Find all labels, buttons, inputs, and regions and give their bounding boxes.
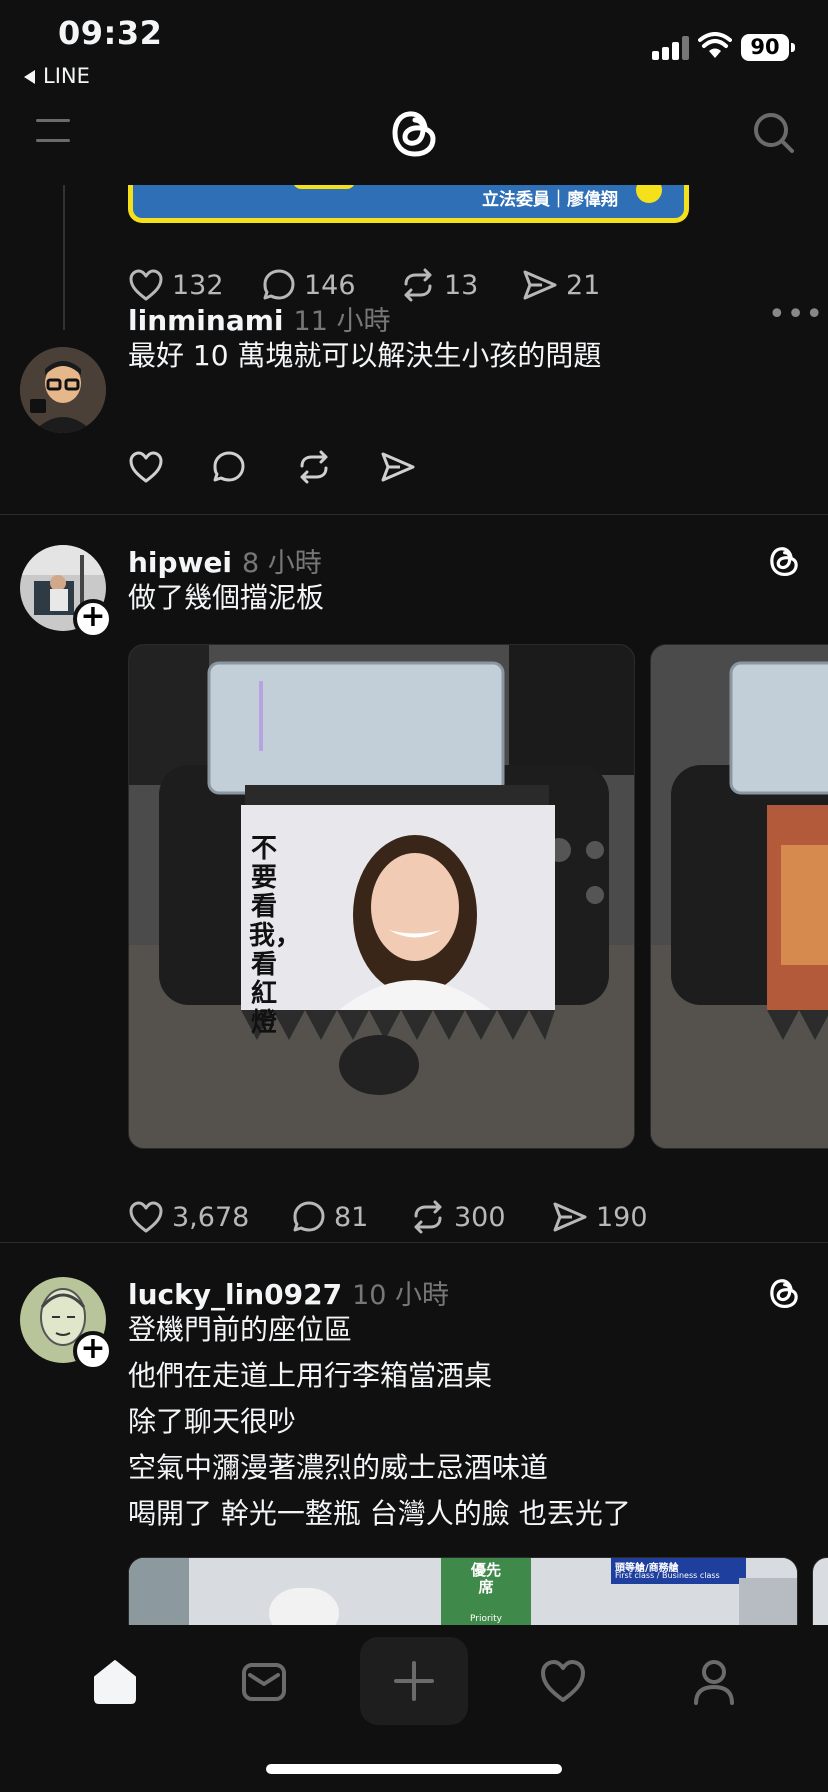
repost-button[interactable]: 300 <box>410 1197 506 1237</box>
battery-level: 90 <box>741 34 789 61</box>
search-icon[interactable] <box>752 111 796 155</box>
status-bar: 09:32 LINE 90 <box>0 0 828 95</box>
post-line: 他們在走道上用行李箱當酒桌 <box>128 1359 493 1392</box>
repost-icon <box>300 450 328 484</box>
comment-icon <box>263 269 295 300</box>
heart-icon <box>129 451 163 483</box>
post-line: 登機門前的座位區 <box>128 1313 353 1346</box>
status-time: 09:32 <box>58 14 163 52</box>
like-button[interactable]: 3,678 <box>128 1197 249 1237</box>
activity-heart-icon[interactable] <box>539 1657 587 1705</box>
comment-icon <box>293 1201 325 1232</box>
post-image-3[interactable]: 優先席 Priority 頭等艙/商務艙 First class / Busin… <box>128 1557 798 1625</box>
top-nav <box>0 95 828 185</box>
comment-button[interactable]: 81 <box>292 1197 368 1237</box>
previous-post-image[interactable]: 立法委員｜廖偉翔 <box>128 185 689 223</box>
send-icon <box>381 452 415 482</box>
comment-count: 146 <box>304 269 356 301</box>
back-to-app[interactable]: LINE <box>24 64 90 88</box>
banner-graphic <box>293 185 355 189</box>
like-count: 132 <box>172 269 224 301</box>
mudflap-photo-2 <box>651 645 828 1148</box>
more-options-icon[interactable]: ••• <box>768 297 824 332</box>
repost-count: 300 <box>454 1201 506 1233</box>
first-class-sign-en: First class / Business class <box>615 1571 720 1580</box>
back-arrow-icon <box>24 70 35 84</box>
post-divider <box>0 514 828 515</box>
follow-plus-button[interactable]: + <box>73 599 113 639</box>
share-count: 190 <box>596 1201 648 1233</box>
cellular-signal-icon <box>652 36 690 60</box>
mudflap-photo <box>129 645 634 1148</box>
post-image-1[interactable]: 不要看我，看紅燈 <box>128 644 635 1149</box>
post-line: 喝開了 幹光一整瓶 台灣人的臉 也丟光了 <box>128 1497 631 1530</box>
like-button[interactable] <box>128 447 172 487</box>
like-count: 3,678 <box>172 1201 250 1233</box>
repost-count: 13 <box>444 269 479 301</box>
comment-count: 81 <box>334 1201 369 1233</box>
share-button[interactable]: 21 <box>522 265 600 305</box>
wifi-icon <box>698 32 732 58</box>
post-text: 做了幾個擋泥板 <box>128 581 325 614</box>
comment-button[interactable] <box>212 447 254 487</box>
post-image-2[interactable] <box>650 644 828 1149</box>
share-button[interactable]: 190 <box>552 1197 648 1237</box>
inbox-icon[interactable] <box>240 1657 288 1705</box>
home-indicator[interactable] <box>266 1764 562 1774</box>
post-divider <box>0 1242 828 1243</box>
repost-button[interactable] <box>296 447 340 487</box>
home-icon[interactable] <box>91 1657 139 1705</box>
menu-icon[interactable] <box>36 119 70 143</box>
plus-icon <box>394 1661 434 1701</box>
avatar-image <box>20 347 106 433</box>
comment-icon <box>213 451 245 482</box>
post-line: 除了聊天很吵 <box>128 1405 297 1438</box>
mudflap-caption: 不要看我，看紅燈 <box>249 834 302 1038</box>
post-text: 最好 10 萬塊就可以解決生小孩的問題 <box>128 339 602 372</box>
repost-button[interactable]: 13 <box>400 265 478 305</box>
avatar-linminami[interactable] <box>20 347 106 433</box>
share-count: 21 <box>566 269 601 301</box>
send-icon <box>553 1202 587 1232</box>
repost-icon <box>414 1200 442 1234</box>
priority-sign-en: Priority <box>469 1614 503 1624</box>
repost-icon <box>404 268 432 302</box>
post-line: 空氣中瀰漫著濃烈的威士忌酒味道 <box>128 1451 549 1484</box>
send-icon <box>523 270 557 300</box>
priority-sign: 優先席 <box>470 1561 501 1596</box>
heart-icon <box>129 269 163 301</box>
threads-small-icon[interactable] <box>768 543 800 579</box>
share-button[interactable] <box>380 447 424 487</box>
smiley-icon <box>636 185 662 203</box>
feed[interactable]: 立法委員｜廖偉翔 132 146 13 21 linminami 11 小時 •… <box>0 185 828 1625</box>
post-image-4[interactable] <box>812 1557 828 1625</box>
threads-small-icon[interactable] <box>768 1275 800 1311</box>
create-button[interactable] <box>360 1637 468 1725</box>
back-app-label: LINE <box>43 64 90 88</box>
battery-cap <box>791 43 795 52</box>
post-text: 登機門前的座位區 他們在走道上用行李箱當酒桌 除了聊天很吵 空氣中瀰漫著濃烈的威… <box>128 1307 631 1537</box>
follow-plus-button[interactable]: + <box>73 1331 113 1371</box>
thread-line <box>63 185 65 330</box>
threads-logo-icon[interactable] <box>389 105 439 161</box>
profile-icon[interactable] <box>690 1657 738 1705</box>
heart-icon <box>129 1201 163 1233</box>
banner-text: 立法委員｜廖偉翔 <box>482 190 618 210</box>
